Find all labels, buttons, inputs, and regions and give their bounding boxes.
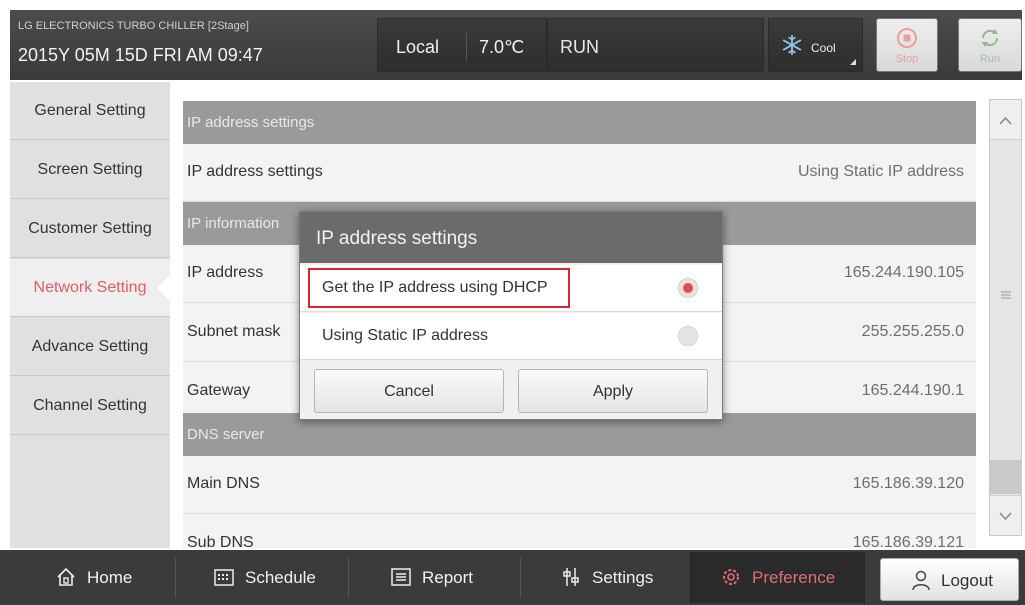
stop-button[interactable]: Stop xyxy=(876,18,938,72)
run-label: Run xyxy=(979,53,1001,65)
section-header-ip-settings: IP address settings xyxy=(183,101,976,144)
logout-label: Logout xyxy=(941,571,993,590)
stop-icon xyxy=(897,28,917,48)
scrollbar[interactable] xyxy=(989,99,1022,536)
scroll-up-button[interactable] xyxy=(990,100,1021,140)
radio-dhcp[interactable] xyxy=(678,278,698,298)
run-icon xyxy=(981,29,999,47)
nav-preference[interactable]: Preference xyxy=(720,554,860,601)
scroll-grip-icon xyxy=(1001,291,1011,299)
ip-settings-value: Using Static IP address xyxy=(797,163,964,180)
cancel-button[interactable]: Cancel xyxy=(314,369,504,413)
control-mode-label: Local xyxy=(396,37,440,57)
apply-button[interactable]: Apply xyxy=(518,369,708,413)
nav-report-label: Report xyxy=(422,568,474,587)
datetime-display: 2015Y 05M 15D FRI AM 09:47 xyxy=(18,45,263,65)
radio-static-ip[interactable] xyxy=(678,326,698,346)
gear-icon xyxy=(723,569,739,585)
scroll-thumb[interactable] xyxy=(990,460,1021,494)
nav-preference-label: Preference xyxy=(752,568,836,587)
settings-sidebar: General Setting Screen Setting Customer … xyxy=(10,82,171,548)
subnet-mask-value: 255.255.255.0 xyxy=(861,323,964,340)
nav-divider xyxy=(175,558,176,598)
option-static-ip[interactable]: Using Static IP address xyxy=(300,313,722,360)
ip-settings-label: IP address settings xyxy=(187,163,323,180)
nav-divider xyxy=(520,558,521,598)
ip-settings-row[interactable]: IP address settings Using Static IP addr… xyxy=(183,144,976,202)
logout-button[interactable]: Logout xyxy=(880,558,1019,601)
sidebar-item-general[interactable]: General Setting xyxy=(10,82,170,140)
sidebar-item-customer[interactable]: Customer Setting xyxy=(10,200,170,258)
sidebar-item-advance[interactable]: Advance Setting xyxy=(10,318,170,376)
device-title: LG ELECTRONICS TURBO CHILLER [2Stage] xyxy=(18,20,249,32)
sub-dns-row[interactable]: Sub DNS 165.186.39.121 xyxy=(183,515,976,548)
user-icon xyxy=(912,570,930,591)
main-dns-row[interactable]: Main DNS 165.186.39.120 xyxy=(183,456,976,514)
dialog-title: IP address settings xyxy=(300,212,722,263)
gateway-label: Gateway xyxy=(187,382,251,399)
chevron-up-icon xyxy=(999,116,1012,125)
sidebar-item-channel[interactable]: Channel Setting xyxy=(10,377,170,435)
ip-address-value: 165.244.190.105 xyxy=(843,264,964,281)
gateway-value: 165.244.190.1 xyxy=(861,382,964,399)
operation-mode-label: Cool xyxy=(811,41,836,55)
chiller-screen: LG ELECTRONICS TURBO CHILLER [2Stage] 20… xyxy=(0,0,1025,605)
temperature-readout: 7.0℃ xyxy=(479,37,525,57)
status-label: RUN xyxy=(560,37,599,57)
sub-dns-value: 165.186.39.121 xyxy=(852,534,964,548)
nav-schedule[interactable]: Schedule xyxy=(213,554,353,601)
main-dns-value: 165.186.39.120 xyxy=(852,475,964,492)
bottom-nav: Home Schedule Report Settings Preference xyxy=(0,550,1025,605)
operation-mode-selector[interactable]: Cool xyxy=(768,18,863,72)
main-dns-label: Main DNS xyxy=(187,475,260,492)
chevron-down-icon xyxy=(999,512,1012,521)
sub-dns-label: Sub DNS xyxy=(187,534,254,548)
home-icon xyxy=(57,567,75,586)
calendar-icon xyxy=(214,569,234,586)
sidebar-item-screen[interactable]: Screen Setting xyxy=(10,141,170,199)
ip-settings-dialog: IP address settings Get the IP address u… xyxy=(299,211,723,420)
control-mode-display: Local 7.0℃ xyxy=(377,18,547,72)
scroll-down-button[interactable] xyxy=(990,495,1021,535)
settings-icon xyxy=(563,568,579,586)
nav-home-label: Home xyxy=(87,568,133,587)
ip-address-label: IP address xyxy=(187,264,264,281)
nav-schedule-label: Schedule xyxy=(245,568,316,587)
sidebar-item-network[interactable]: Network Setting xyxy=(10,259,171,317)
divider xyxy=(466,31,467,61)
dropdown-corner-icon xyxy=(850,59,856,65)
nav-home[interactable]: Home xyxy=(55,554,175,601)
header-bar: LG ELECTRONICS TURBO CHILLER [2Stage] 20… xyxy=(10,10,1022,80)
nav-settings-label: Settings xyxy=(592,568,654,587)
report-icon xyxy=(391,568,411,586)
nav-divider xyxy=(348,558,349,598)
subnet-mask-label: Subnet mask xyxy=(187,323,281,340)
run-button[interactable]: Run xyxy=(958,18,1022,72)
option-dhcp[interactable]: Get the IP address using DHCP xyxy=(300,265,722,312)
snowflake-icon xyxy=(782,34,802,56)
nav-settings[interactable]: Settings xyxy=(560,554,690,601)
stop-label: Stop xyxy=(895,53,919,65)
option-dhcp-label: Get the IP address using DHCP xyxy=(322,279,548,296)
nav-report[interactable]: Report xyxy=(390,554,510,601)
status-display: RUN xyxy=(547,18,764,72)
option-static-ip-label: Using Static IP address xyxy=(322,327,489,344)
